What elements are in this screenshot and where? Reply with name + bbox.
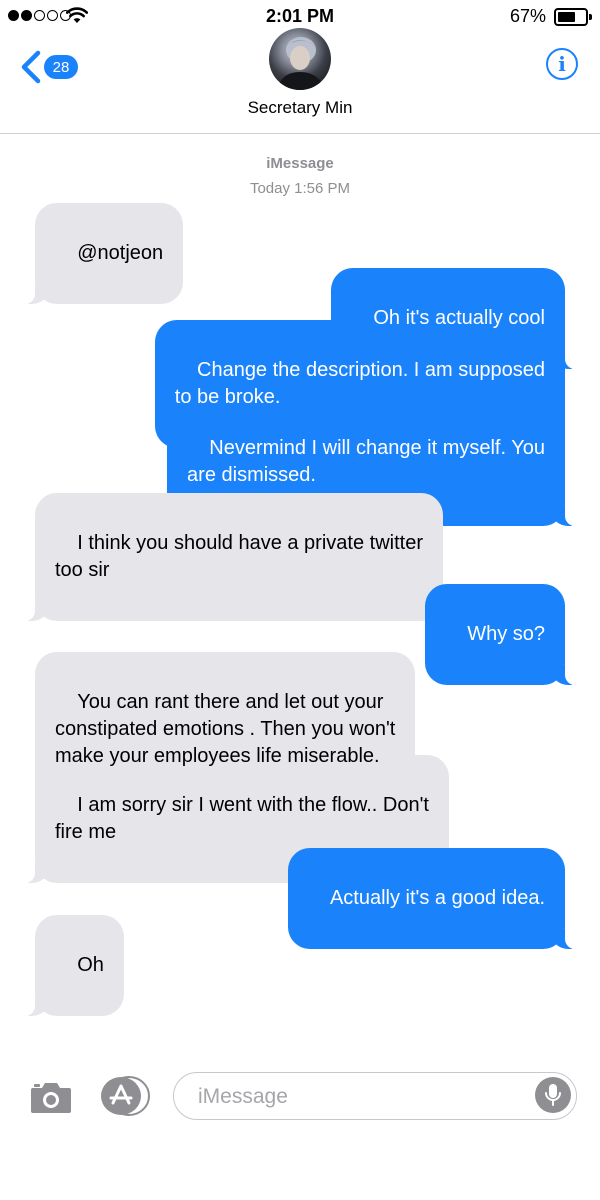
info-button[interactable]: i — [546, 48, 578, 80]
info-icon: i — [558, 52, 566, 76]
avatar-photo — [277, 37, 325, 90]
battery-fill — [558, 12, 575, 22]
microphone-button[interactable] — [535, 1077, 571, 1113]
message-text: Why so? — [467, 623, 545, 645]
message-text: Nevermind I will change it myself. You a… — [187, 437, 545, 486]
message-field[interactable] — [173, 1072, 577, 1120]
contact-avatar[interactable] — [269, 28, 331, 90]
message-text: I think you should have a private twitte… — [55, 532, 423, 581]
battery-icon — [554, 8, 592, 26]
messages-screen: 2:01 PM 67% 28 Secretary Min i iMessage … — [0, 0, 600, 1200]
message-bubble-incoming[interactable]: Oh — [25, 915, 124, 1016]
message-bubble-outgoing[interactable]: Actually it's a good idea. — [287, 848, 576, 949]
message-text: Oh — [77, 954, 104, 976]
conversation-header: 28 Secretary Min i — [0, 28, 600, 134]
message-input-bar — [0, 1062, 600, 1128]
app-store-icon[interactable] — [100, 1076, 150, 1116]
message-text: I am sorry sir I went with the flow.. Do… — [55, 794, 429, 843]
message-bubble-outgoing[interactable]: Why so? — [424, 584, 576, 685]
camera-icon[interactable] — [30, 1080, 72, 1114]
conversation-timestamp: Today 1:56 PM — [249, 180, 351, 197]
unread-count-badge: 28 — [44, 55, 78, 79]
message-text: Oh it's actually cool — [373, 307, 545, 329]
service-label: iMessage — [266, 155, 334, 172]
battery-percentage: 67% — [509, 6, 546, 26]
microphone-icon — [545, 1084, 561, 1106]
contact-name[interactable]: Secretary Min — [0, 98, 600, 118]
message-bubble-incoming[interactable]: I think you should have a private twitte… — [25, 493, 443, 621]
chevron-left-icon — [21, 50, 41, 84]
message-bubble-incoming[interactable]: @notjeon — [24, 203, 184, 304]
message-input[interactable] — [196, 1081, 530, 1113]
back-button[interactable]: 28 — [20, 50, 78, 84]
message-text: Actually it's a good idea. — [329, 887, 545, 909]
message-text: @notjeon — [77, 242, 164, 264]
message-text: You can rant there and let out your cons… — [55, 691, 396, 767]
